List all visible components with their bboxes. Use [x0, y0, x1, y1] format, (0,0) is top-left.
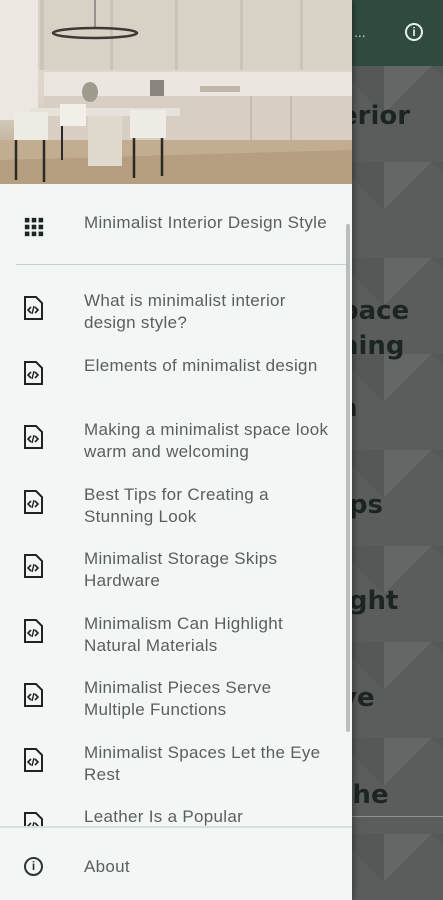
navigation-drawer: Minimalist Interior Design Style What is… [0, 0, 352, 900]
menu-item-article[interactable]: Minimalist Spaces Let the Eye Rest [0, 730, 352, 794]
info-icon[interactable]: i [405, 23, 423, 41]
code-file-icon [24, 554, 43, 578]
menu-item-label: Making a minimalist space look warm and … [84, 420, 329, 461]
menu-item-home[interactable]: Minimalist Interior Design Style [0, 200, 352, 264]
kitchen-dining-interior-photo [0, 0, 352, 184]
menu-item-article[interactable]: What is minimalist interior design style… [0, 278, 352, 342]
menu-item-article[interactable]: Best Tips for Creating a Stunning Look [0, 472, 352, 536]
code-file-icon [24, 748, 43, 772]
menu-item-article[interactable]: Leather Is a Popular [0, 794, 352, 826]
menu-item-article[interactable]: Minimalism Can Highlight Natural Materia… [0, 601, 352, 665]
background-divider [352, 816, 443, 817]
menu-item-label: What is minimalist interior design style… [84, 291, 286, 332]
grid-apps-icon [24, 217, 44, 237]
code-file-icon [24, 619, 43, 643]
drawer-menu[interactable]: Minimalist Interior Design Style What is… [0, 184, 352, 826]
code-file-icon [24, 812, 43, 826]
menu-item-label: Minimalist Spaces Let the Eye Rest [84, 743, 321, 784]
info-icon: i [24, 857, 43, 876]
menu-item-article[interactable]: Elements of minimalist design [0, 343, 352, 407]
about-label: About [84, 857, 130, 876]
about-menu-item[interactable]: i About [0, 836, 352, 896]
code-file-icon [24, 425, 43, 449]
menu-item-label: Leather Is a Popular [84, 807, 244, 826]
menu-item-article[interactable]: Minimalist Storage Skips Hardware [0, 536, 352, 600]
code-file-icon [24, 683, 43, 707]
code-file-icon [24, 361, 43, 385]
menu-item-label: Minimalist Pieces Serve Multiple Functio… [84, 678, 272, 719]
menu-item-label: Minimalism Can Highlight Natural Materia… [84, 614, 283, 655]
menu-divider [16, 264, 346, 265]
menu-item-article[interactable]: Minimalist Pieces Serve Multiple Functio… [0, 665, 352, 729]
menu-item-article[interactable]: Making a minimalist space look warm and … [0, 407, 352, 471]
footer-divider [0, 826, 352, 828]
drawer-header-image [0, 0, 352, 184]
menu-item-label: Elements of minimalist design [84, 356, 318, 375]
toolbar-title-overflow: ... [354, 24, 366, 40]
code-file-icon [24, 490, 43, 514]
menu-item-label: Minimalist Storage Skips Hardware [84, 549, 278, 590]
menu-item-label: Best Tips for Creating a Stunning Look [84, 485, 269, 526]
drawer-scrollbar[interactable] [346, 224, 350, 732]
menu-item-label: Minimalist Interior Design Style [84, 213, 327, 232]
code-file-icon [24, 296, 43, 320]
